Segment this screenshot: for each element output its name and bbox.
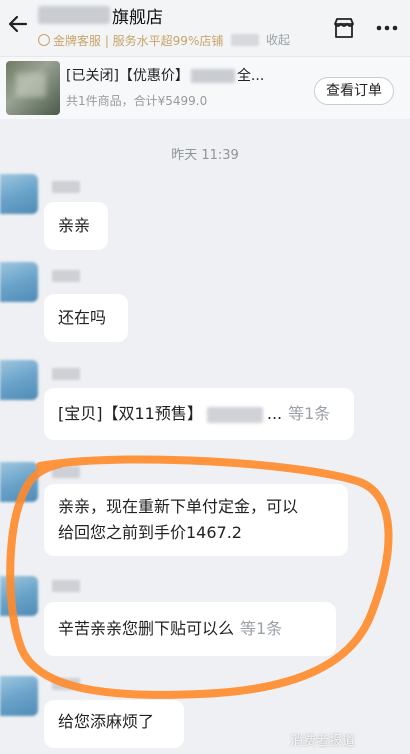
chat-header: 旗舰店 金牌客服 | 服务水平超99%店铺 收起 (0, 0, 410, 56)
service-badge: 金牌客服 | 服务水平超99%店铺 (38, 32, 260, 48)
timestamp: 昨天 11:39 (171, 148, 239, 163)
avatar[interactable] (0, 174, 38, 214)
message-text-line2: 给回您之前到手价1467.2 (58, 523, 242, 542)
message-bubble[interactable]: 辛苦亲亲您删下贴可以么 等1条 (44, 602, 336, 656)
sender-name-redacted (52, 181, 80, 193)
sender-name-redacted (52, 270, 80, 282)
avatar[interactable] (0, 676, 38, 716)
watermark: 消费者报道 (290, 734, 356, 749)
more-count[interactable]: 等1条 (288, 404, 330, 423)
message-bubble[interactable]: 还在吗 (44, 294, 128, 342)
sender-name-redacted (52, 466, 80, 478)
order-title-redacted (190, 69, 235, 83)
message-suffix: ... (266, 404, 283, 423)
message-bubble[interactable]: 给您添麻烦了 (44, 700, 184, 748)
sender-name-redacted (52, 580, 80, 592)
message-bubble[interactable]: 亲亲，现在重新下单付定金，可以 给回您之前到手价1467.2 (44, 484, 348, 556)
order-title-prefix: [已关闭]【优惠价】 (66, 68, 189, 84)
order-summary: 共1件商品，合计¥5499.0 (66, 94, 208, 108)
shop-name-redacted (38, 6, 110, 24)
collapse-button[interactable]: 收起 (266, 31, 290, 48)
message-text-line1: 亲亲，现在重新下单付定金，可以 (58, 497, 299, 516)
message-text: 给您添麻烦了 (58, 712, 155, 731)
order-title-suffix: 全... (236, 68, 265, 84)
message-text: 亲亲 (58, 216, 91, 235)
message-text: 还在吗 (58, 308, 107, 327)
back-arrow-icon[interactable] (6, 12, 30, 36)
shop-name[interactable]: 旗舰店 (112, 3, 163, 28)
avatar[interactable] (0, 462, 38, 502)
badge-redacted (231, 34, 260, 46)
sender-name-redacted (52, 678, 80, 690)
view-order-button[interactable]: 查看订单 (314, 77, 394, 105)
product-share-bubble[interactable]: [宝贝]【双11预售】... 等1条 (44, 388, 354, 440)
message-text: [宝贝]【双11预售】 (58, 404, 203, 423)
message-bubble[interactable]: 亲亲 (44, 202, 108, 250)
service-badge-text: 金牌客服 | 服务水平超99%店铺 (53, 33, 224, 48)
product-name-redacted (206, 406, 263, 423)
product-thumbnail (6, 61, 60, 115)
more-options-icon[interactable] (374, 18, 400, 38)
order-title: [已关闭]【优惠价】 全... (66, 65, 264, 85)
more-count[interactable]: 等1条 (240, 619, 282, 638)
avatar[interactable] (0, 262, 38, 302)
sender-name-redacted (52, 368, 80, 380)
avatar[interactable] (0, 360, 38, 400)
avatar[interactable] (0, 576, 38, 616)
store-icon[interactable] (331, 15, 357, 41)
gold-medal-icon (38, 34, 50, 46)
message-text: 辛苦亲亲您删下贴可以么 (58, 619, 235, 638)
